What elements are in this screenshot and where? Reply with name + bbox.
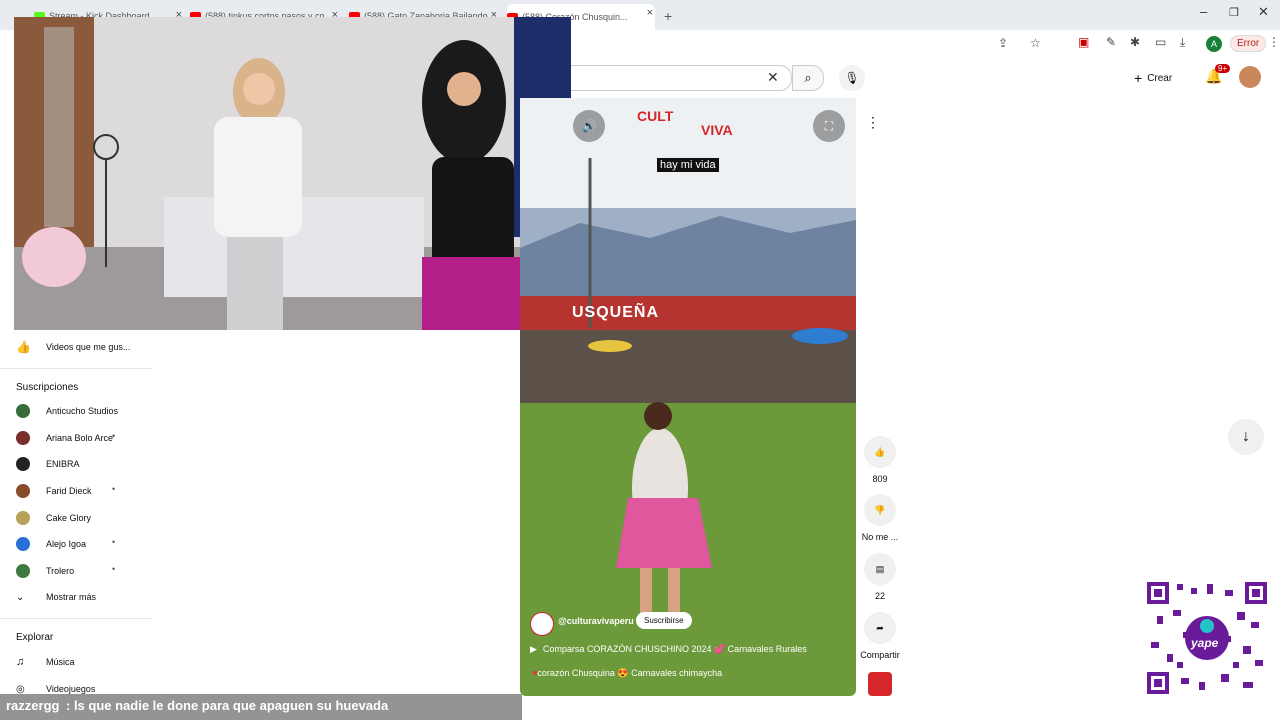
- dislike-button[interactable]: 👎 No me ...: [858, 494, 902, 542]
- fullscreen-button[interactable]: ⛶: [813, 110, 845, 142]
- plus-icon: +: [1134, 70, 1143, 86]
- like-button[interactable]: 👍 809: [858, 436, 902, 484]
- sidebar-item-sub[interactable]: Trolero: [16, 564, 74, 578]
- sidebar-item-sub[interactable]: Alejo Igoa: [16, 537, 86, 551]
- avatar: [16, 511, 30, 525]
- channel-avatar[interactable]: [530, 612, 554, 636]
- video-caption: hay mi vida: [657, 158, 719, 172]
- new-tab-button[interactable]: +: [664, 6, 678, 26]
- sidebar-item-liked[interactable]: 👍 Videos que me gus...: [16, 340, 130, 354]
- sidebar-item-sub[interactable]: ENIBRA: [16, 457, 80, 471]
- mute-button[interactable]: 🔊: [573, 110, 605, 142]
- extensions-puzzle-icon[interactable]: ✱: [1130, 35, 1140, 49]
- webcam-feed: [14, 17, 571, 330]
- sidebar-item-sub[interactable]: Farid Dieck: [16, 484, 92, 498]
- next-short-button[interactable]: ↓: [1228, 419, 1264, 455]
- notification-count-badge: 9+: [1215, 64, 1231, 73]
- divider: [0, 618, 152, 619]
- divider: [0, 368, 152, 369]
- close-window-icon[interactable]: ✕: [1258, 4, 1269, 20]
- sidebar-item-sub[interactable]: Ariana Bolo Arce: [16, 431, 113, 445]
- arrow-down-icon: ↓: [1242, 428, 1250, 445]
- notifications-button[interactable]: 🔔 9+: [1205, 64, 1231, 85]
- explore-title: Explorar: [16, 632, 54, 643]
- voice-search-button[interactable]: 🎙: [839, 65, 865, 91]
- webcam-scene: [14, 17, 571, 330]
- stream-chat-overlay: razzergg : ls que nadie le done para que…: [0, 694, 522, 720]
- youtube-sidebar: 👍 Videos que me gus... Suscripciones Ant…: [0, 330, 152, 700]
- music-icon: ♫: [16, 656, 25, 668]
- avatar: [16, 484, 30, 498]
- avatar: [16, 457, 30, 471]
- avatar: [16, 564, 30, 578]
- dislike-label: No me ...: [861, 532, 899, 542]
- share-label: Compartir: [860, 650, 900, 660]
- extension-icon[interactable]: ▣: [1078, 35, 1089, 49]
- channel-thumbnail[interactable]: [868, 672, 892, 696]
- clear-search-icon[interactable]: ✕: [767, 69, 779, 86]
- thumbs-down-icon: 👎: [864, 494, 896, 526]
- video-frame: [520, 98, 856, 696]
- youtube-header: ✕ ⌕ 🎙 + Crear 🔔 9+: [571, 58, 1280, 98]
- extension-icon[interactable]: ✎: [1106, 35, 1116, 49]
- create-button[interactable]: + Crear: [1134, 66, 1172, 90]
- thumbs-up-icon: 👍: [864, 436, 896, 468]
- download-icon[interactable]: ⤓: [1180, 35, 1185, 50]
- channel-handle[interactable]: @culturavivaperu: [558, 616, 634, 626]
- chevron-down-icon: ⌄: [16, 591, 25, 603]
- close-icon[interactable]: ×: [647, 7, 653, 19]
- share-button[interactable]: ➦ Compartir: [858, 612, 902, 660]
- profile-avatar[interactable]: A: [1206, 36, 1222, 52]
- yape-qr-code: yape: [1147, 582, 1267, 694]
- channel-logo-cult: CULT: [637, 108, 674, 124]
- new-content-dot: •: [112, 537, 116, 547]
- like-count: 809: [872, 474, 888, 484]
- yape-logo-text: yape: [1191, 636, 1219, 650]
- new-content-dot: •: [112, 564, 116, 574]
- split-view-icon[interactable]: ▭: [1155, 35, 1166, 49]
- menu-kebab-icon[interactable]: ⋮: [1268, 35, 1280, 49]
- stadium-banner-text: USQUEÑA: [572, 304, 660, 321]
- gamepad-icon: ◎: [16, 683, 25, 695]
- subscribe-button[interactable]: Suscribirse: [636, 612, 692, 629]
- thumbs-up-icon: 👍: [16, 340, 31, 354]
- install-icon[interactable]: ⇪: [998, 36, 1008, 50]
- new-content-dot: •: [112, 431, 116, 441]
- bookmark-icon[interactable]: ☆: [1030, 36, 1041, 50]
- volume-icon: 🔊: [581, 119, 597, 133]
- comment-count: 22: [874, 591, 885, 601]
- new-content-dot: •: [112, 484, 116, 494]
- sidebar-item-music[interactable]: ♫ Música: [16, 655, 75, 669]
- chat-username: razzergg: [6, 698, 60, 713]
- play-icon: ▶: [530, 644, 537, 654]
- maximize-icon[interactable]: ❐: [1229, 6, 1239, 19]
- channel-logo-viva: VIVA: [701, 122, 733, 138]
- short-title-line-2: ♥corazón Chusquina 😍 Carnavales chimaych…: [532, 668, 723, 678]
- search-input[interactable]: ✕: [571, 65, 792, 91]
- comments-button[interactable]: ▤ 22: [858, 553, 902, 601]
- search-icon: ⌕: [804, 70, 812, 85]
- chat-message: : ls que nadie le done para que apaguen …: [66, 698, 389, 713]
- microphone-icon: 🎙: [844, 71, 860, 85]
- avatar: [16, 404, 30, 418]
- comment-icon: ▤: [864, 553, 896, 585]
- avatar: [16, 537, 30, 551]
- avatar: [16, 431, 30, 445]
- sidebar-item-sub[interactable]: Anticucho Studios: [16, 404, 118, 418]
- share-icon: ➦: [864, 612, 896, 644]
- shorts-player[interactable]: 🔊 CULT VIVA ⛶ hay mi vida USQUEÑA @cultu…: [520, 98, 856, 696]
- search-button[interactable]: ⌕: [792, 65, 824, 91]
- more-options-icon[interactable]: ⋮: [866, 114, 880, 131]
- minimize-icon[interactable]: –: [1200, 4, 1207, 19]
- show-more-button[interactable]: ⌄ Mostrar más: [16, 590, 96, 604]
- short-title-line-1: ▶ Comparsa CORAZÓN CHUSCHINO 2024 💕 Carna…: [530, 644, 807, 654]
- account-avatar[interactable]: [1239, 66, 1261, 88]
- subscriptions-title: Suscripciones: [16, 382, 79, 393]
- error-button[interactable]: Error: [1230, 35, 1267, 52]
- fullscreen-icon: ⛶: [824, 119, 834, 133]
- sidebar-item-sub[interactable]: Cake Glory: [16, 511, 91, 525]
